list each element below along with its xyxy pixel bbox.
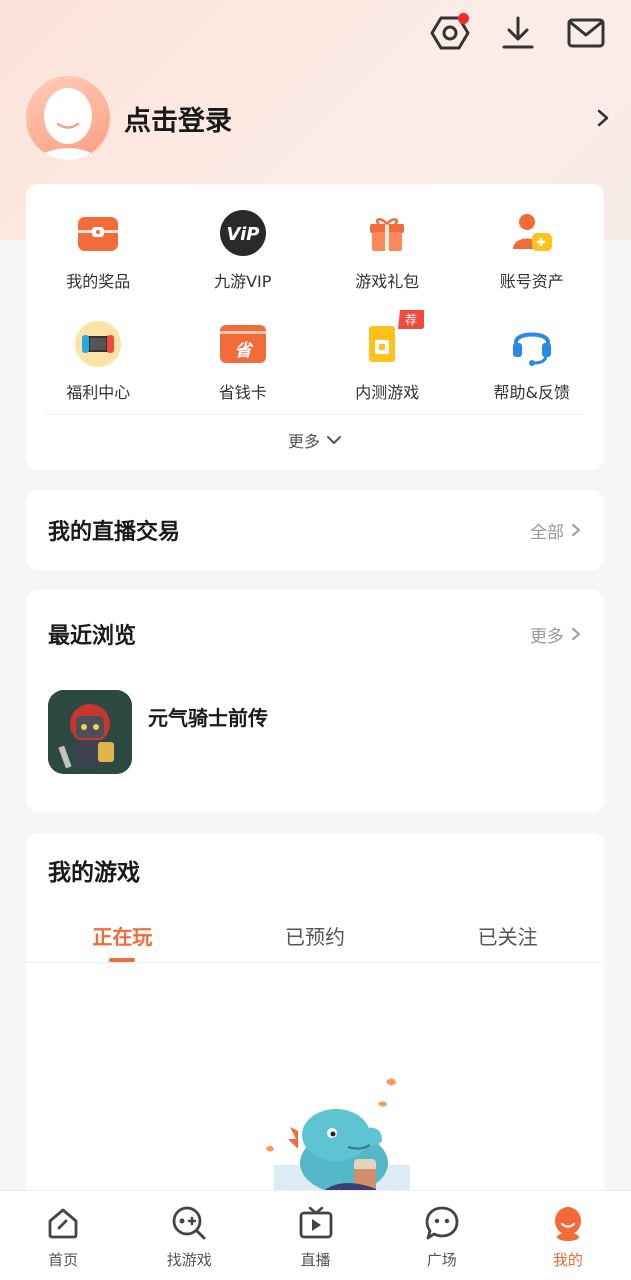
switch-console-icon xyxy=(73,319,123,369)
avatar xyxy=(26,76,110,160)
recent-more-link[interactable]: 更多 xyxy=(530,622,582,647)
menu-label: 福利中心 xyxy=(66,383,131,402)
profile-mascot-icon xyxy=(550,1205,586,1241)
nav-label: 直播 xyxy=(300,1251,331,1269)
menu-label: 账号资产 xyxy=(499,272,564,291)
menu-label: 游戏礼包 xyxy=(355,272,420,291)
all-link-label: 全部 xyxy=(530,522,564,543)
live-trade-card[interactable]: 我的直播交易 全部 xyxy=(26,490,604,570)
beta-game-icon: 荐 xyxy=(362,310,425,369)
gift-icon xyxy=(362,208,412,258)
top-toolbar xyxy=(429,12,607,54)
tab-playing[interactable]: 正在玩 xyxy=(26,915,219,962)
prize-box-icon xyxy=(73,208,123,258)
nav-label: 我的 xyxy=(552,1251,583,1269)
recent-game-item[interactable]: 元气骑士前传 xyxy=(48,690,582,774)
game-thumbnail xyxy=(48,690,132,774)
menu-item-assets[interactable]: 账号资产 xyxy=(460,208,605,319)
recommend-badge: 荐 xyxy=(398,310,425,329)
menu-item-gift[interactable]: 游戏礼包 xyxy=(315,208,460,319)
nav-label: 首页 xyxy=(48,1251,79,1269)
nav-live[interactable]: 直播 xyxy=(252,1191,378,1280)
menu-label: 九游VIP xyxy=(214,272,272,291)
svg-text:省: 省 xyxy=(234,341,253,361)
headset-icon xyxy=(507,319,557,369)
download-button[interactable] xyxy=(497,12,539,54)
mail-icon xyxy=(567,18,605,48)
bottom-nav: 首页 找游戏 直播 广场 我的 xyxy=(0,1190,631,1280)
nav-find-game[interactable]: 找游戏 xyxy=(126,1191,252,1280)
mail-button[interactable] xyxy=(565,12,607,54)
download-icon xyxy=(502,16,534,49)
chevron-down-icon xyxy=(327,436,341,444)
vip-badge-icon: ViP xyxy=(218,208,268,258)
nav-label: 找游戏 xyxy=(166,1251,212,1269)
nav-mine[interactable]: 我的 xyxy=(505,1191,631,1280)
login-text[interactable]: 点击登录 xyxy=(124,99,593,138)
save-card-icon: 省 xyxy=(218,319,268,369)
find-game-icon xyxy=(171,1205,207,1241)
settings-button[interactable] xyxy=(429,12,471,54)
live-tv-icon xyxy=(298,1205,334,1241)
chevron-right-icon xyxy=(572,628,580,640)
recent-browse-card: 最近浏览 更多 元气骑士前传 xyxy=(26,590,604,812)
chat-bubble-icon xyxy=(424,1205,460,1241)
live-trade-title: 我的直播交易 xyxy=(48,520,181,545)
quick-menu-card: 我的奖品 ViP 九游VIP 游戏礼包 账号资产 福利中心 省 省钱卡 荐 内测… xyxy=(26,184,604,470)
menu-label: 我的奖品 xyxy=(66,272,131,291)
svg-text:荐: 荐 xyxy=(405,313,417,327)
menu-label: 帮助&反馈 xyxy=(493,383,570,402)
my-games-title: 我的游戏 xyxy=(48,860,140,886)
more-link-label: 更多 xyxy=(530,626,564,647)
svg-text:ViP: ViP xyxy=(226,224,259,245)
nav-label: 广场 xyxy=(426,1251,457,1269)
tab-reserved[interactable]: 已预约 xyxy=(219,915,412,962)
more-label: 更多 xyxy=(287,432,320,451)
menu-label: 省钱卡 xyxy=(218,383,267,402)
game-name: 元气骑士前传 xyxy=(148,706,268,730)
empty-state-illustration xyxy=(236,1073,426,1205)
menu-more-button[interactable]: 更多 xyxy=(26,428,604,452)
home-icon xyxy=(45,1205,81,1241)
menu-item-prizes[interactable]: 我的奖品 xyxy=(26,208,171,319)
chevron-right-icon xyxy=(572,524,580,536)
chevron-right-icon xyxy=(597,109,609,127)
default-avatar-icon xyxy=(38,88,98,160)
recent-title: 最近浏览 xyxy=(48,624,137,649)
nav-home[interactable]: 首页 xyxy=(0,1191,126,1280)
login-row[interactable]: 点击登录 xyxy=(26,76,613,160)
my-games-tabs: 正在玩 已预约 已关注 xyxy=(26,915,604,963)
divider xyxy=(46,414,584,415)
notification-dot xyxy=(458,13,469,24)
tab-followed[interactable]: 已关注 xyxy=(411,915,604,962)
menu-item-vip[interactable]: ViP 九游VIP xyxy=(171,208,316,319)
live-trade-all-link[interactable]: 全部 xyxy=(530,518,582,543)
nav-square[interactable]: 广场 xyxy=(379,1191,505,1280)
account-assets-icon xyxy=(507,208,557,258)
menu-label: 内测游戏 xyxy=(355,383,420,402)
